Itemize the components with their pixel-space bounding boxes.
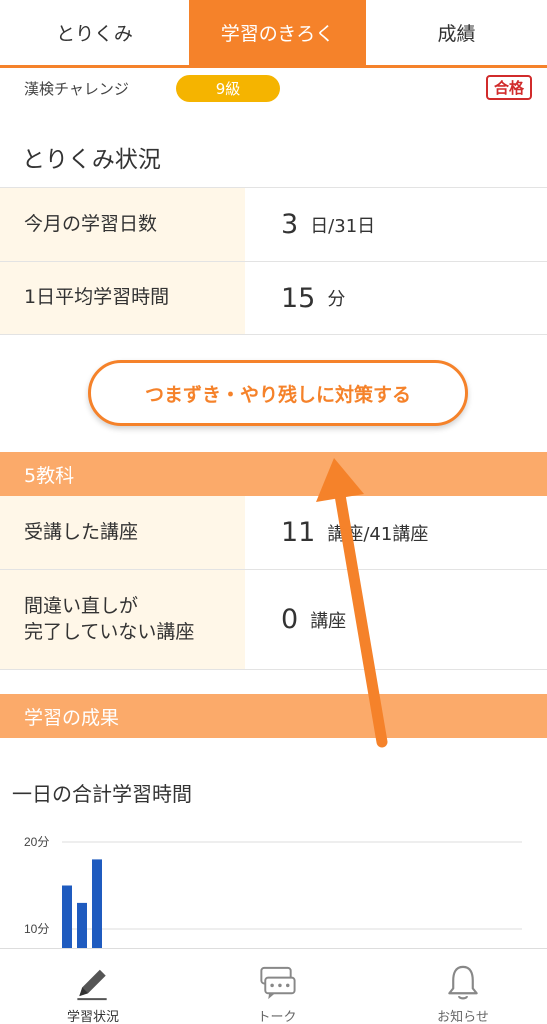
divider bbox=[0, 669, 547, 670]
stat-value-cell: 15 分 bbox=[245, 262, 547, 334]
bell-icon bbox=[448, 965, 478, 1000]
chat-icon bbox=[260, 966, 296, 1000]
kanken-grade-badge: 9級 bbox=[176, 75, 280, 102]
status-title: とりくみ状況 bbox=[22, 147, 161, 173]
pencil-icon bbox=[77, 969, 107, 1001]
y-tick-label-20: 20分 bbox=[24, 835, 49, 849]
stat-row-avg-time: 1日平均学習時間 15 分 bbox=[0, 261, 547, 334]
top-tab-bar: とりくみ 学習のきろく 成績 bbox=[0, 0, 547, 68]
stat-value: 3 bbox=[281, 209, 299, 240]
tab-torikumi[interactable]: とりくみ bbox=[0, 0, 189, 65]
stat-label: 1日平均学習時間 bbox=[0, 262, 245, 334]
stat-row-study-days: 今月の学習日数 3 日/31日 bbox=[0, 187, 547, 261]
nav-label: トーク bbox=[257, 1010, 297, 1024]
tab-gakushu-kiroku[interactable]: 学習のきろく bbox=[189, 0, 366, 65]
chart-title: 一日の合計学習時間 bbox=[12, 782, 192, 806]
stat-label-line1: 間違い直しが bbox=[24, 594, 139, 617]
stat-label-line2: 完了していない講座 bbox=[24, 620, 195, 643]
stat-row-courses-taken: 受講した講座 11 講座/41講座 bbox=[0, 496, 547, 569]
stat-value-cell: 11 講座/41講座 bbox=[245, 496, 547, 569]
tab-torikumi-label: とりくみ bbox=[56, 23, 133, 45]
chart-bar bbox=[62, 885, 72, 950]
chart-bar bbox=[92, 859, 102, 950]
stat-value-cell: 3 日/31日 bbox=[245, 188, 547, 261]
stat-row-uncorrected: 間違い直しが 完了していない講座 0 講座 bbox=[0, 569, 547, 669]
tab-seiseki[interactable]: 成績 bbox=[366, 0, 547, 65]
kanken-label: 漢検チャレンジ bbox=[24, 80, 129, 98]
stat-unit: 分 bbox=[327, 289, 346, 310]
nav-item-talk[interactable]: トーク bbox=[212, 949, 342, 1024]
nav-label: 学習状況 bbox=[66, 1010, 119, 1024]
nav-label: お知らせ bbox=[437, 1010, 489, 1024]
stat-value-cell: 0 講座 bbox=[245, 570, 547, 669]
stat-label: 受講した講座 bbox=[0, 496, 245, 569]
stat-label: 今月の学習日数 bbox=[0, 188, 245, 261]
subjects-title: 5教科 bbox=[24, 464, 75, 487]
divider bbox=[0, 334, 547, 335]
nav-item-notice[interactable]: お知らせ bbox=[398, 949, 528, 1024]
y-tick-label-10: 10分 bbox=[24, 922, 49, 936]
stat-unit: 講座/41講座 bbox=[327, 523, 429, 545]
stat-value: 11 bbox=[281, 517, 316, 548]
tab-seiseki-label: 成績 bbox=[437, 23, 476, 45]
kanken-row: 漢検チャレンジ 9級 合格 bbox=[0, 68, 547, 108]
stat-unit: 講座 bbox=[310, 610, 347, 632]
pass-badge: 合格 bbox=[486, 75, 532, 100]
results-title: 学習の成果 bbox=[24, 706, 120, 729]
stat-unit: 日/31日 bbox=[310, 215, 376, 237]
chart-bar bbox=[77, 902, 87, 950]
stat-value: 15 bbox=[281, 282, 316, 314]
daily-study-time-chart: 20分 10分 bbox=[24, 835, 522, 950]
countermeasure-button-label: つまずき・やり残しに対策する bbox=[144, 383, 411, 406]
results-band: 学習の成果 bbox=[0, 694, 547, 738]
stat-value: 0 bbox=[281, 604, 299, 635]
stat-label: 間違い直しが 完了していない講座 bbox=[0, 570, 245, 669]
nav-item-study-status[interactable]: 学習状況 bbox=[28, 949, 158, 1024]
tab-gakushu-kiroku-label: 学習のきろく bbox=[220, 23, 335, 45]
countermeasure-button[interactable]: つまずき・やり残しに対策する bbox=[88, 360, 468, 426]
subjects-band: 5教科 bbox=[0, 452, 547, 496]
bottom-nav: 学習状況 トーク お知らせ bbox=[0, 948, 547, 1024]
